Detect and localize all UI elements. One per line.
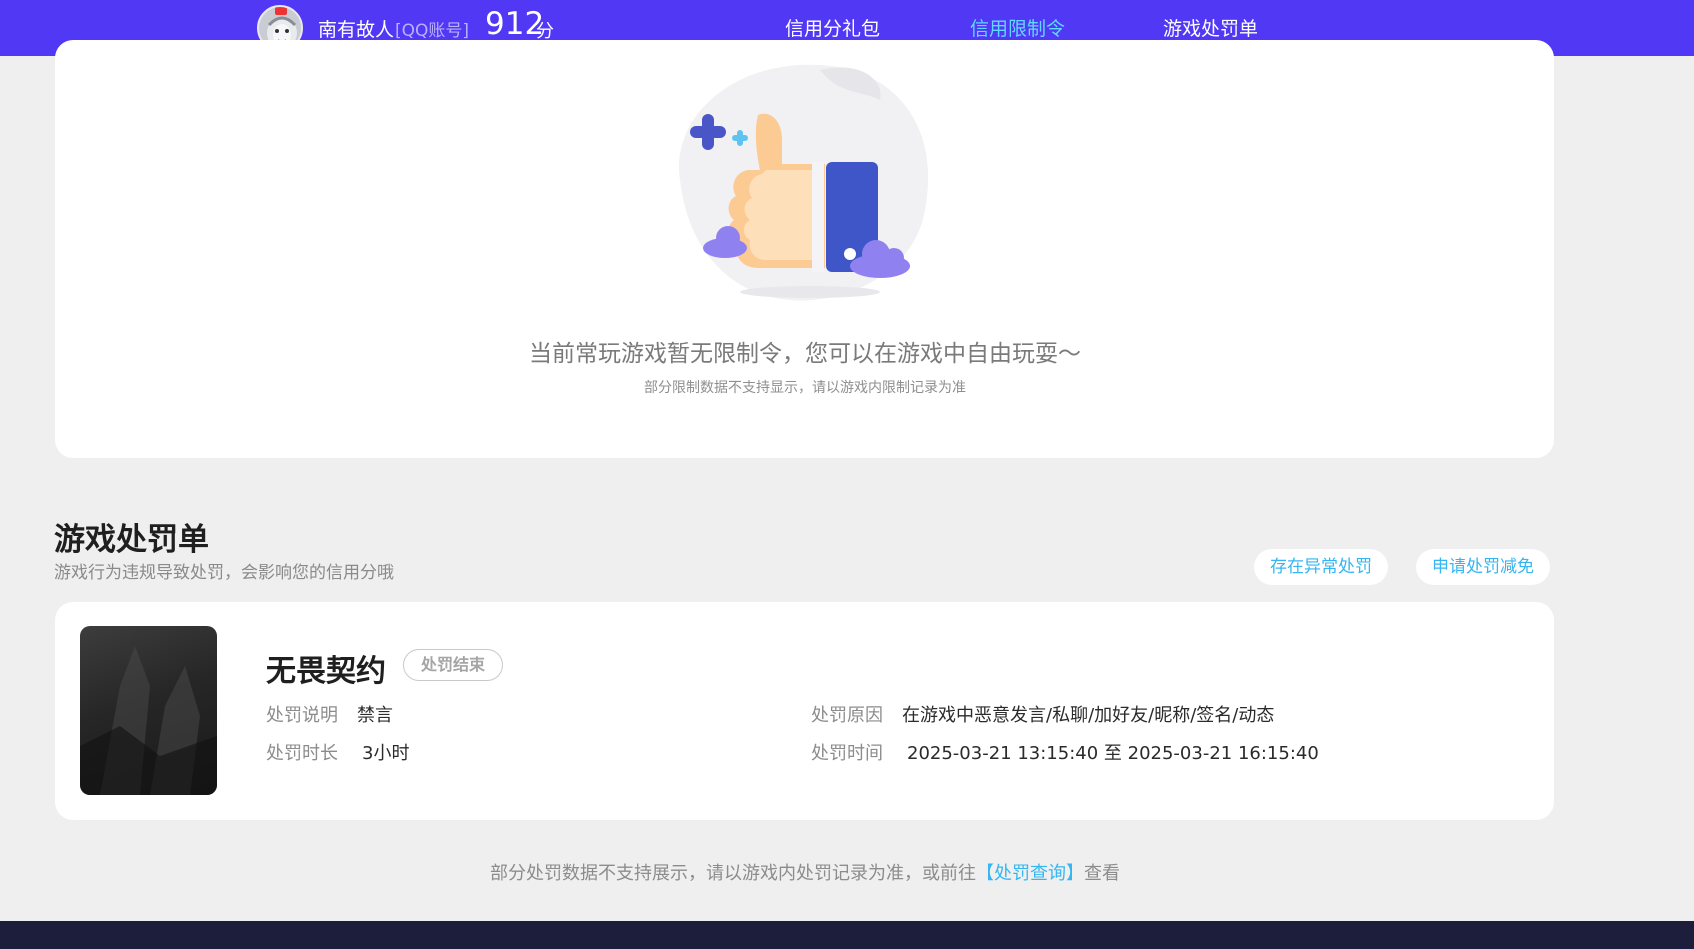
footer-note: 部分处罚数据不支持展示，请以游戏内处罚记录为准，或前往【处罚查询】查看 bbox=[0, 859, 1610, 885]
penalty-time-value: 2025-03-21 13:15:40 至 2025-03-21 16:15:4… bbox=[907, 743, 1319, 764]
penalty-duration-value: 3小时 bbox=[362, 743, 410, 764]
empty-state-note: 部分限制数据不支持显示，请以游戏内限制记录为准 bbox=[644, 380, 966, 396]
empty-state-message: 当前常玩游戏暂无限制令，您可以在游戏中自由玩耍～ bbox=[529, 341, 1081, 367]
account-type: [QQ账号] bbox=[395, 21, 470, 41]
tab-game-penalty[interactable]: 游戏处罚单 bbox=[1163, 14, 1258, 41]
thumbs-up-illustration bbox=[678, 64, 929, 301]
penalty-reason-label: 处罚原因 bbox=[811, 705, 883, 726]
report-abnormal-penalty-button[interactable]: 存在异常处罚 bbox=[1254, 549, 1388, 585]
tab-credit-gift[interactable]: 信用分礼包 bbox=[785, 14, 880, 41]
bottom-footer-bar bbox=[0, 921, 1694, 949]
apply-penalty-reduction-button[interactable]: 申请处罚减免 bbox=[1416, 549, 1550, 585]
penalty-reason-value: 在游戏中恶意发言/私聊/加好友/昵称/签名/动态 bbox=[902, 705, 1275, 726]
avatar-badge bbox=[275, 7, 287, 15]
section-subtitle: 游戏行为违规导致处罚，会影响您的信用分哦 bbox=[54, 563, 394, 583]
penalty-desc-value: 禁言 bbox=[357, 705, 393, 726]
penalty-duration-label: 处罚时长 bbox=[266, 743, 338, 764]
username: 南有故人 bbox=[318, 19, 395, 41]
game-cover-art bbox=[80, 646, 217, 795]
tab-credit-restriction[interactable]: 信用限制令 bbox=[970, 14, 1065, 41]
game-cover-image bbox=[80, 626, 217, 795]
penalty-query-link[interactable]: 【处罚查询】 bbox=[976, 863, 1084, 884]
status-badge: 处罚结束 bbox=[403, 649, 504, 681]
penalty-desc-label: 处罚说明 bbox=[266, 705, 338, 726]
penalty-time-label: 处罚时间 bbox=[811, 743, 883, 764]
footer-note-suffix: 查看 bbox=[1084, 863, 1120, 884]
footer-note-text: 部分处罚数据不支持展示，请以游戏内处罚记录为准，或前往 bbox=[490, 863, 976, 884]
game-name: 无畏契约 bbox=[266, 654, 386, 689]
section-title: 游戏处罚单 bbox=[54, 522, 209, 558]
